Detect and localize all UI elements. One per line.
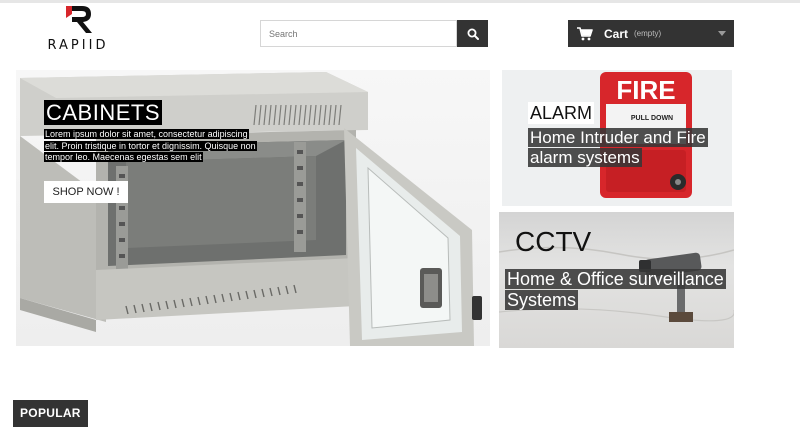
fire-sign-text: FIRE xyxy=(616,75,675,105)
hero-slide[interactable]: CABINETS Lorem ipsum dolor sit amet, con… xyxy=(16,70,490,346)
alarm-banner[interactable]: FIRE PULL DOWN ALARM Home Intruder and F… xyxy=(502,70,732,206)
cctv-subtitle: Home & Office surveillance Systems xyxy=(505,269,726,310)
search-input[interactable] xyxy=(261,21,456,46)
search-field[interactable] xyxy=(260,20,457,47)
cart-label: Cart xyxy=(604,26,629,41)
shop-now-button[interactable]: SHOP NOW ! xyxy=(44,181,128,203)
popular-tab[interactable]: POPULAR xyxy=(13,400,88,427)
alarm-subtitle: Home Intruder and Fire alarm systems xyxy=(528,128,708,167)
pull-down-text: PULL DOWN xyxy=(631,115,673,122)
logo-mark-icon xyxy=(66,6,92,33)
cctv-title: CCTV xyxy=(515,226,592,257)
logo-text: RAPIID xyxy=(47,38,109,53)
search-icon xyxy=(467,28,479,40)
top-border xyxy=(0,0,800,3)
cart-status: (empty) xyxy=(634,29,662,38)
shopping-cart-icon xyxy=(577,26,593,40)
cart-button[interactable]: Cart (empty) xyxy=(568,20,734,47)
site-logo[interactable]: RAPIID xyxy=(38,4,118,54)
hero-title: CABINETS xyxy=(44,100,163,125)
hero-description: Lorem ipsum dolor sit amet, consectetur … xyxy=(44,129,257,162)
alarm-title: ALARM xyxy=(528,102,595,124)
search-button[interactable] xyxy=(457,20,488,47)
chevron-down-icon xyxy=(718,31,726,36)
cctv-banner[interactable]: CCTV Home & Office surveillance Systems xyxy=(499,212,734,348)
